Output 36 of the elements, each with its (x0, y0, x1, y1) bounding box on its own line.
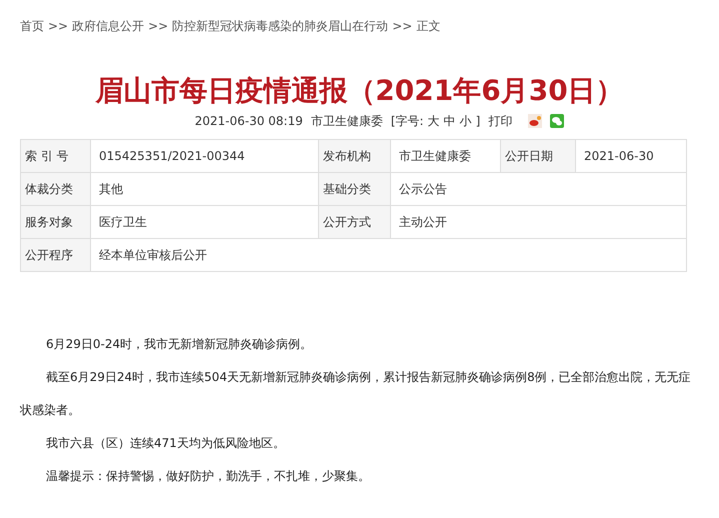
breadcrumb-link[interactable]: 政府信息公开 (72, 17, 144, 35)
field-value: 主动公开 (390, 206, 686, 238)
field-value: 医疗卫生 (90, 206, 318, 238)
field-label: 公开程序 (20, 238, 90, 272)
field-label: 基础分类 (318, 172, 390, 206)
print-link[interactable]: 打印 (488, 112, 512, 130)
field-label: 服务对象 (20, 206, 90, 238)
field-label: 索 引 号 (20, 140, 90, 172)
field-value: 其他 (90, 172, 318, 206)
field-label: 体裁分类 (20, 172, 90, 206)
field-value: 015425351/2021-00344 (90, 140, 318, 172)
breadcrumb-separator: >> (48, 18, 68, 35)
font-size-bracket: ] (476, 113, 480, 130)
breadcrumb-link[interactable]: 首页 (20, 17, 44, 35)
field-value: 公示公告 (390, 172, 686, 206)
field-label: 公开方式 (318, 206, 390, 238)
article-paragraph: 我市六县（区）连续471天均为低风险地区。 (45, 435, 286, 452)
breadcrumb-separator: >> (392, 18, 412, 35)
article-paragraph: 截至6月29日24时，我市连续504天无新增新冠肺炎确诊病例，累计报告新冠肺炎确诊病例8例，已全部治愈出院，无无症状感染者。 (20, 369, 692, 419)
field-value: 市卫生健康委 (390, 140, 500, 172)
article-paragraph: 温馨提示：保持警惕，做好防护，勤洗手，不扎堆，少聚集。 (45, 468, 371, 485)
font-size-label: [字号: (390, 113, 424, 130)
article-paragraph: 6月29日0-24时，我市无新增新冠肺炎确诊病例。 (45, 336, 314, 353)
field-label: 发布机构 (318, 140, 390, 172)
article-title: 眉山市每日疫情通报（2021年6月30日） (94, 73, 625, 109)
publish-source: 市卫生健康委 (310, 113, 383, 130)
field-value: 经本单位审核后公开 (90, 238, 686, 272)
font-size-link[interactable]: 中 (444, 112, 456, 130)
font-size-link[interactable]: 小 (460, 112, 472, 130)
breadcrumb-separator: >> (148, 18, 168, 35)
breadcrumb-link[interactable]: 正文 (416, 17, 440, 35)
field-value: 2021-06-30 (576, 140, 686, 172)
field-label: 公开日期 (500, 140, 576, 172)
publish-datetime: 2021-06-30 08:19 (194, 113, 303, 130)
breadcrumb-link[interactable]: 防控新型冠状病毒感染的肺炎眉山在行动 (172, 17, 388, 35)
font-size-link[interactable]: 大 (428, 112, 440, 130)
